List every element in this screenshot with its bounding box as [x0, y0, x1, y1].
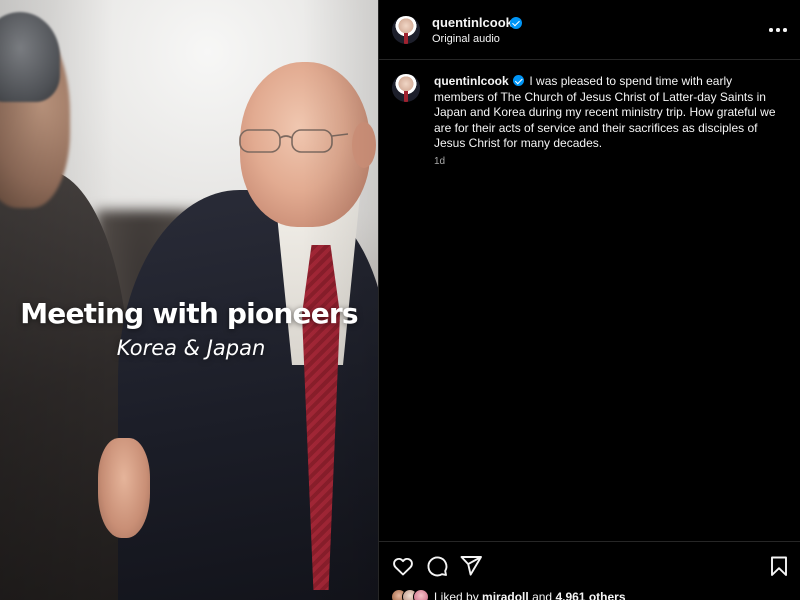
post-timestamp[interactable]: 1d [434, 156, 445, 167]
video-overlay-title: Meeting with pioneers [20, 297, 358, 330]
bookmark-icon[interactable] [767, 554, 791, 578]
post-view: Meeting with pioneers Korea & Japan quen… [0, 0, 800, 600]
video-overlay-subtitle: Korea & Japan [116, 336, 266, 360]
liker-avatar [413, 589, 429, 600]
share-icon[interactable] [459, 554, 483, 578]
likes-connector: and [532, 590, 553, 600]
likes-count[interactable]: 4,961 others [555, 590, 625, 600]
comment-icon[interactable] [425, 554, 449, 578]
caption-author-avatar[interactable] [392, 74, 420, 102]
author-avatar[interactable] [392, 16, 420, 44]
liker-username[interactable]: miradoll [482, 590, 529, 600]
author-username[interactable]: quentinlcook [432, 15, 513, 30]
likes-text: Liked by miradoll and 4,961 others [434, 590, 626, 600]
audio-link[interactable]: Original audio [432, 33, 500, 45]
post-header: quentinlcook Original audio [379, 0, 800, 60]
post-caption: quentinlcook I was pleased to spend time… [434, 74, 784, 152]
verified-badge-icon [513, 75, 525, 86]
heart-icon[interactable] [391, 554, 415, 578]
post-actions-bar: Liked by miradoll and 4,961 others [379, 541, 800, 600]
likes-summary[interactable]: Liked by miradoll and 4,961 others [391, 589, 626, 600]
likes-prefix: Liked by [434, 590, 479, 600]
post-video[interactable]: Meeting with pioneers Korea & Japan [0, 0, 378, 600]
post-details-panel: quentinlcook Original audio quentinlcook… [378, 0, 800, 600]
verified-badge-icon [510, 17, 522, 29]
caption-username[interactable]: quentinlcook [434, 74, 509, 88]
more-options-icon[interactable] [769, 22, 787, 38]
